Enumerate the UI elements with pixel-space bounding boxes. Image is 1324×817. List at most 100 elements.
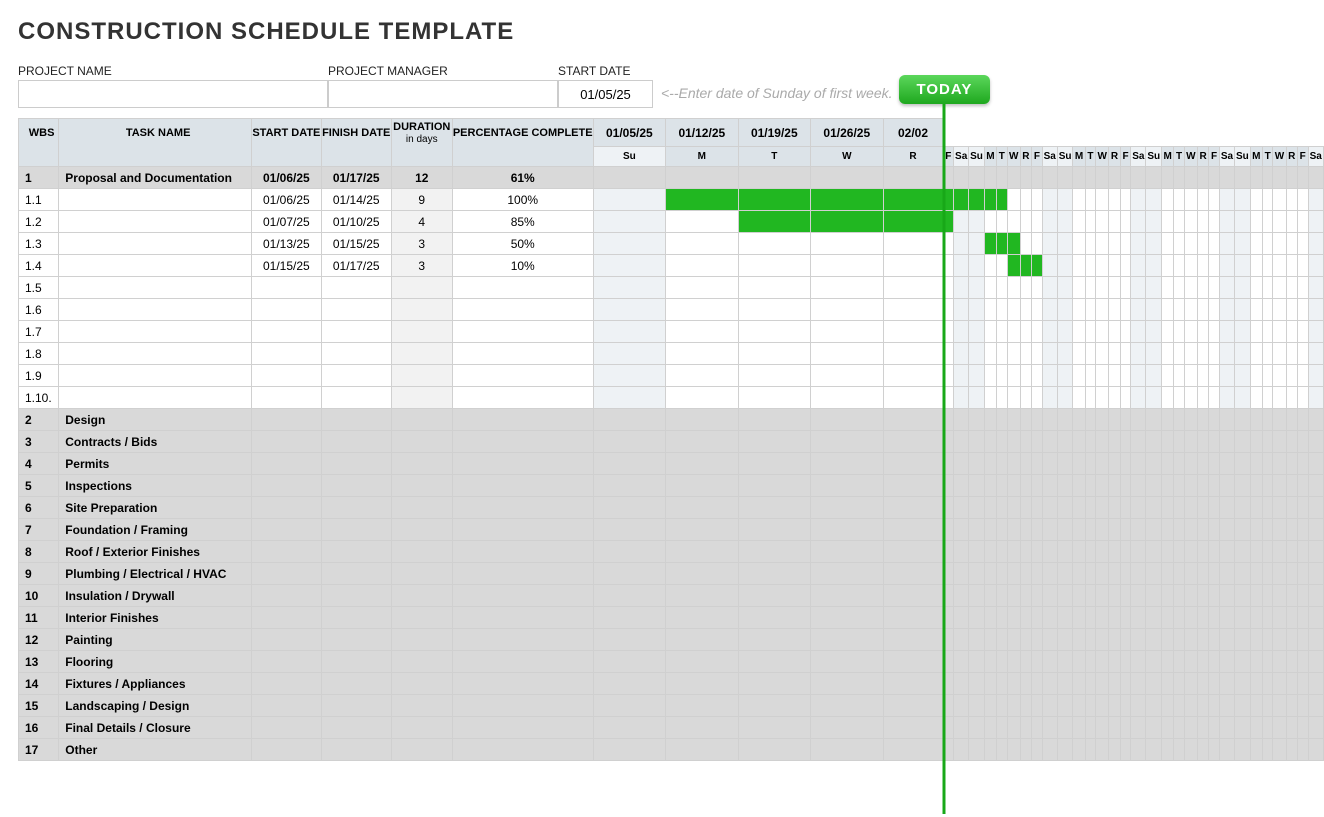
gantt-cell[interactable] [1146, 233, 1162, 255]
gantt-cell[interactable] [1184, 739, 1197, 761]
duration-cell[interactable]: 3 [391, 255, 452, 277]
gantt-cell[interactable] [1020, 739, 1031, 761]
gantt-cell[interactable] [1032, 167, 1043, 189]
gantt-cell[interactable] [1096, 519, 1109, 541]
gantt-cell[interactable] [1131, 453, 1146, 475]
gantt-cell[interactable] [1032, 277, 1043, 299]
gantt-cell[interactable] [997, 717, 1008, 739]
gantt-cell[interactable] [1085, 519, 1096, 541]
gantt-cell[interactable] [1162, 607, 1174, 629]
gantt-cell[interactable] [1073, 233, 1085, 255]
gantt-cell[interactable] [1057, 541, 1073, 563]
pct-cell[interactable]: 100% [452, 189, 593, 211]
gantt-cell[interactable] [1262, 541, 1273, 563]
gantt-cell[interactable] [1209, 607, 1220, 629]
gantt-cell[interactable] [984, 255, 996, 277]
gantt-cell[interactable] [1286, 585, 1297, 607]
gantt-cell[interactable] [1085, 299, 1096, 321]
gantt-cell[interactable] [1250, 497, 1262, 519]
gantt-cell[interactable] [954, 739, 969, 761]
gantt-cell[interactable] [1109, 739, 1120, 761]
gantt-cell[interactable] [1042, 343, 1057, 365]
duration-cell[interactable] [391, 607, 452, 629]
gantt-cell[interactable] [1286, 299, 1297, 321]
gantt-cell[interactable] [1057, 629, 1073, 651]
gantt-cell[interactable] [883, 717, 943, 739]
gantt-cell[interactable] [969, 673, 985, 695]
gantt-cell[interactable] [1250, 695, 1262, 717]
gantt-cell[interactable] [1209, 651, 1220, 673]
gantt-cell[interactable] [1146, 167, 1162, 189]
gantt-cell[interactable] [1162, 409, 1174, 431]
task-cell[interactable]: Site Preparation [59, 497, 252, 519]
gantt-cell[interactable] [1162, 695, 1174, 717]
gantt-cell[interactable] [1262, 233, 1273, 255]
pct-cell[interactable] [452, 739, 593, 761]
gantt-cell[interactable] [738, 695, 810, 717]
gantt-cell[interactable] [1209, 365, 1220, 387]
gantt-cell[interactable] [666, 673, 738, 695]
gantt-cell[interactable] [1219, 321, 1234, 343]
gantt-cell[interactable] [997, 695, 1008, 717]
gantt-cell[interactable] [1096, 475, 1109, 497]
table-row[interactable]: 10Insulation / Drywall [19, 585, 1324, 607]
pct-cell[interactable]: 50% [452, 233, 593, 255]
start-cell[interactable] [251, 541, 321, 563]
start-cell[interactable] [251, 321, 321, 343]
gantt-cell[interactable] [1007, 541, 1020, 563]
gantt-cell[interactable] [1146, 563, 1162, 585]
gantt-cell[interactable] [1219, 695, 1234, 717]
gantt-cell[interactable] [1146, 475, 1162, 497]
gantt-cell[interactable] [1146, 387, 1162, 409]
gantt-cell[interactable] [954, 651, 969, 673]
gantt-cell[interactable] [1250, 167, 1262, 189]
gantt-cell[interactable] [811, 519, 883, 541]
gantt-cell[interactable] [1219, 343, 1234, 365]
gantt-cell[interactable] [1057, 651, 1073, 673]
duration-cell[interactable] [391, 541, 452, 563]
gantt-cell[interactable] [593, 585, 665, 607]
gantt-cell[interactable] [1184, 167, 1197, 189]
gantt-cell[interactable] [1096, 673, 1109, 695]
gantt-cell[interactable] [954, 519, 969, 541]
gantt-cell[interactable] [1184, 497, 1197, 519]
gantt-cell[interactable] [883, 475, 943, 497]
gantt-cell[interactable] [1174, 695, 1185, 717]
gantt-cell[interactable] [1020, 629, 1031, 651]
task-cell[interactable] [59, 211, 252, 233]
wbs-cell[interactable]: 1.1 [19, 189, 59, 211]
gantt-cell[interactable] [1120, 651, 1131, 673]
gantt-cell[interactable] [984, 277, 996, 299]
gantt-cell[interactable] [1209, 167, 1220, 189]
duration-cell[interactable] [391, 277, 452, 299]
gantt-cell[interactable] [883, 651, 943, 673]
gantt-cell[interactable] [738, 189, 810, 211]
gantt-cell[interactable] [1109, 629, 1120, 651]
gantt-cell[interactable] [1085, 255, 1096, 277]
gantt-cell[interactable] [1162, 541, 1174, 563]
gantt-cell[interactable] [1184, 255, 1197, 277]
gantt-cell[interactable] [1020, 717, 1031, 739]
gantt-cell[interactable] [883, 321, 943, 343]
gantt-cell[interactable] [1209, 739, 1220, 761]
gantt-cell[interactable] [1235, 519, 1251, 541]
gantt-cell[interactable] [1174, 387, 1185, 409]
gantt-cell[interactable] [1146, 585, 1162, 607]
gantt-cell[interactable] [969, 475, 985, 497]
gantt-cell[interactable] [811, 497, 883, 519]
start-cell[interactable]: 01/13/25 [251, 233, 321, 255]
task-cell[interactable]: Inspections [59, 475, 252, 497]
gantt-cell[interactable] [1235, 299, 1251, 321]
gantt-cell[interactable] [969, 717, 985, 739]
gantt-cell[interactable] [1131, 299, 1146, 321]
wbs-cell[interactable]: 9 [19, 563, 59, 585]
gantt-cell[interactable] [1085, 541, 1096, 563]
gantt-cell[interactable] [593, 255, 665, 277]
gantt-cell[interactable] [811, 255, 883, 277]
gantt-cell[interactable] [1286, 475, 1297, 497]
gantt-cell[interactable] [1146, 607, 1162, 629]
gantt-cell[interactable] [954, 211, 969, 233]
gantt-cell[interactable] [1085, 189, 1096, 211]
finish-cell[interactable]: 01/17/25 [321, 255, 391, 277]
gantt-cell[interactable] [1020, 673, 1031, 695]
